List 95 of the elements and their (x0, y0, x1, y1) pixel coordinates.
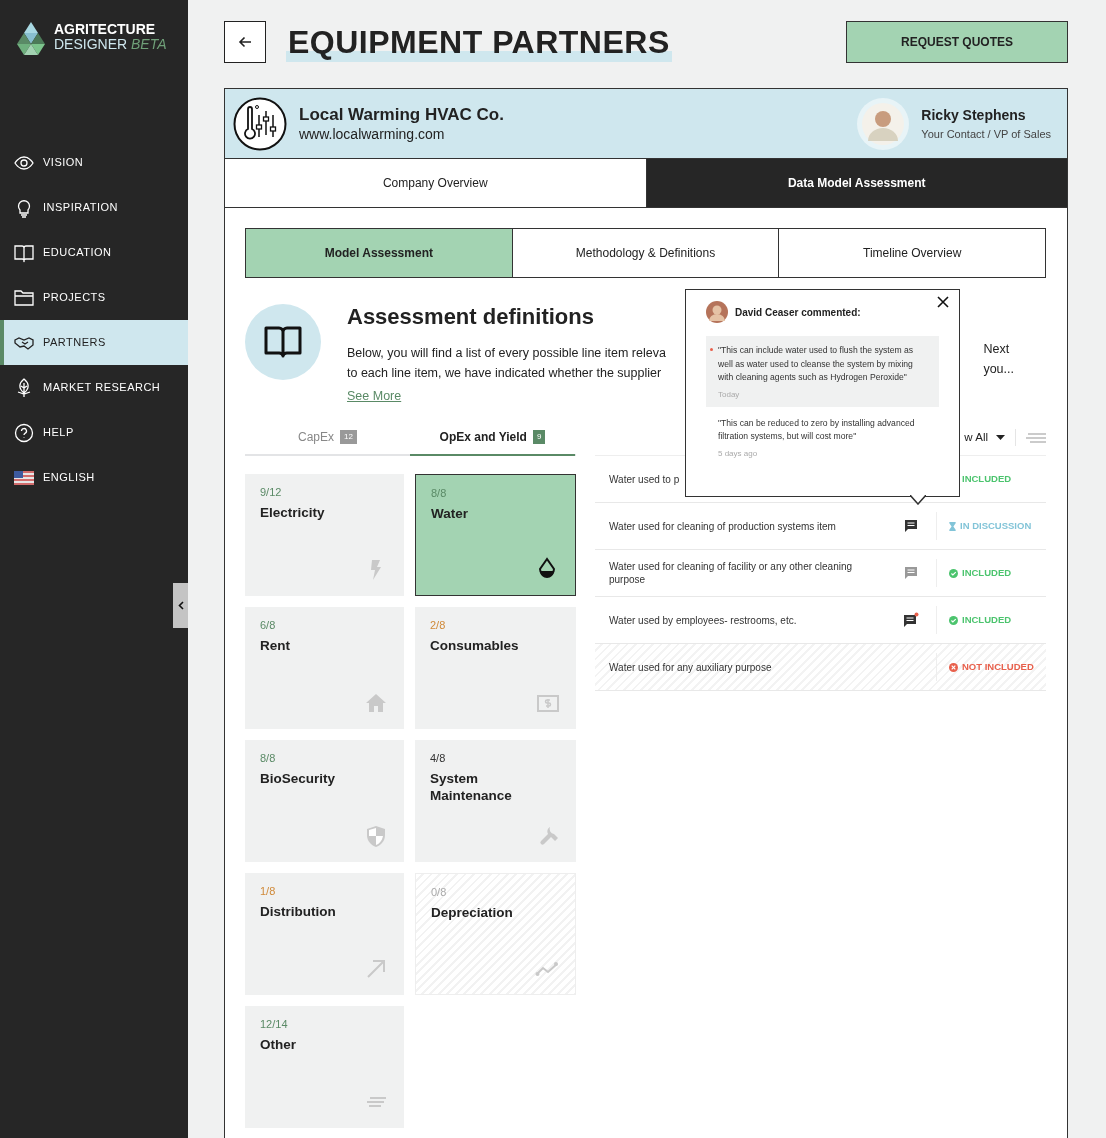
company-url: www.localwarming.com (299, 124, 446, 143)
collapse-sidebar-button[interactable] (173, 583, 188, 628)
avatar (706, 301, 728, 323)
tile-count: 8/8 (431, 486, 447, 501)
tile-count: 1/8 (260, 884, 276, 899)
nav-item[interactable]: PROJECTS (0, 275, 188, 320)
comment-text: "This can be reduced to zero by installing advanced filtration systems, but will cost more" (718, 416, 916, 443)
tile-count: 4/8 (430, 751, 446, 766)
line-item-text: Water used for cleaning of production systems item (609, 519, 837, 533)
nav-item[interactable]: HELP (0, 410, 188, 455)
help-icon (14, 422, 34, 443)
comment-unread-icon[interactable] (903, 612, 919, 628)
tile-label: Other (260, 1035, 296, 1053)
tile-count: 0/8 (431, 885, 447, 900)
tile-label: Electricity (260, 503, 325, 521)
tab[interactable]: Model Assessment (246, 229, 512, 277)
tile-label: System Maintenance (430, 769, 513, 804)
status-label: INCLUDED (962, 565, 1012, 580)
line-item-text: Water used to p (609, 472, 681, 486)
back-button[interactable] (224, 21, 266, 63)
category-tile[interactable]: 4/8 System Maintenance (415, 740, 576, 862)
thermometer-logo-icon (233, 96, 287, 151)
beta-label: BETA (131, 36, 167, 52)
category-tile[interactable]: 8/8 Water (415, 474, 576, 596)
tile-label: Water (431, 504, 468, 522)
flag-icon (14, 470, 34, 485)
line-item-text: Water used by employees- restrooms, etc. (609, 613, 798, 627)
brand-subtitle: DESIGNER (54, 36, 128, 52)
unread-dot (710, 348, 713, 351)
request-quotes-button[interactable]: REQUEST QUOTES (846, 21, 1068, 63)
tab[interactable]: OpEx and Yield 9 (410, 420, 575, 456)
check-circle-icon (949, 615, 958, 625)
tile-label: BioSecurity (260, 769, 336, 787)
x-circle-icon (949, 662, 958, 672)
tile-label: Distribution (260, 902, 336, 920)
line-item-text: Water used for cleaning of facility or any other cleaning purpose (609, 560, 854, 586)
chevron-left-icon (177, 601, 184, 610)
comment-time: Today (718, 388, 741, 401)
check-circle-icon (949, 568, 958, 578)
category-tile[interactable]: 6/8 Rent (245, 607, 404, 729)
status-label: INCLUDED (962, 471, 1012, 486)
nav-item[interactable]: PARTNERS (0, 320, 188, 365)
description-text: you... (983, 360, 1014, 378)
comment-author: David Ceaser commented: (735, 305, 861, 320)
back-arrow-icon (238, 36, 252, 48)
status-label: IN DISCUSSION (960, 518, 1032, 533)
nav-item[interactable]: INSPIRATION (0, 185, 188, 230)
brand-name: AGRITECTURE (54, 22, 157, 37)
count-badge: 9 (532, 430, 546, 444)
tile-count: 12/14 (260, 1017, 288, 1032)
status-label: NOT INCLUDED (962, 659, 1034, 674)
house-icon (364, 691, 388, 715)
tile-label: Consumables (430, 636, 519, 654)
nav-item[interactable]: ENGLISH (0, 455, 188, 500)
shield-icon (364, 824, 388, 848)
avatar (862, 102, 905, 145)
contact-role: Your Contact / VP of Sales (921, 126, 1051, 142)
count-badge: 12 (340, 430, 357, 444)
category-tile[interactable]: 12/14 Other (245, 1006, 404, 1128)
book-icon (14, 242, 34, 263)
description-text: Below, you will find a list of every possible line item releva (347, 345, 666, 363)
description-text: to each line item, we have indicated whether the supplier (347, 364, 663, 382)
category-tile[interactable]: 1/8 Distribution (245, 873, 404, 995)
caret-icon (996, 435, 1005, 440)
see-more-link[interactable]: See More (347, 387, 402, 407)
tab[interactable]: CapEx 12 (245, 420, 410, 456)
book-icon (264, 325, 302, 359)
filter-dropdown[interactable]: w All (964, 428, 1016, 447)
category-tile[interactable]: 8/8 BioSecurity (245, 740, 404, 862)
category-tile[interactable]: 9/12 Electricity (245, 474, 404, 596)
nav-item[interactable]: EDUCATION (0, 230, 188, 275)
comment-icon[interactable] (904, 519, 918, 533)
tile-label: Depreciation (431, 903, 513, 921)
section-title: Assessment definitions (347, 304, 595, 331)
tile-count: 8/8 (260, 751, 276, 766)
close-button[interactable] (937, 296, 951, 310)
nav-item[interactable]: MARKET RESEARCH (0, 365, 188, 410)
description-text: Next (983, 341, 1011, 358)
logo-icon (16, 22, 46, 58)
category-tile[interactable]: 2/8 Consumables (415, 607, 576, 729)
line-item-text: Water used for any auxiliary purpose (609, 660, 773, 674)
folder-icon (14, 287, 34, 308)
tile-label: Rent (260, 636, 290, 654)
tile-count: 9/12 (260, 485, 282, 500)
status-label: INCLUDED (962, 612, 1012, 627)
contact-name: Ricky Stephens (921, 105, 1027, 125)
comment-text: "This can include water used to flush the system as well as water used to cleanse the system by mixing with cleaning agents such as Hydrogen Peroxide" (718, 344, 915, 384)
company-name: Local Warming HVAC Co. (299, 104, 504, 125)
tile-count: 2/8 (430, 618, 446, 633)
comment-time: 5 days ago (718, 447, 759, 460)
nav-item[interactable]: VISION (0, 140, 188, 185)
hourglass-icon (949, 521, 956, 531)
filter-label: w All (964, 429, 988, 445)
tile-count: 6/8 (260, 618, 276, 633)
tab[interactable]: Data Model Assessment (646, 159, 1067, 207)
